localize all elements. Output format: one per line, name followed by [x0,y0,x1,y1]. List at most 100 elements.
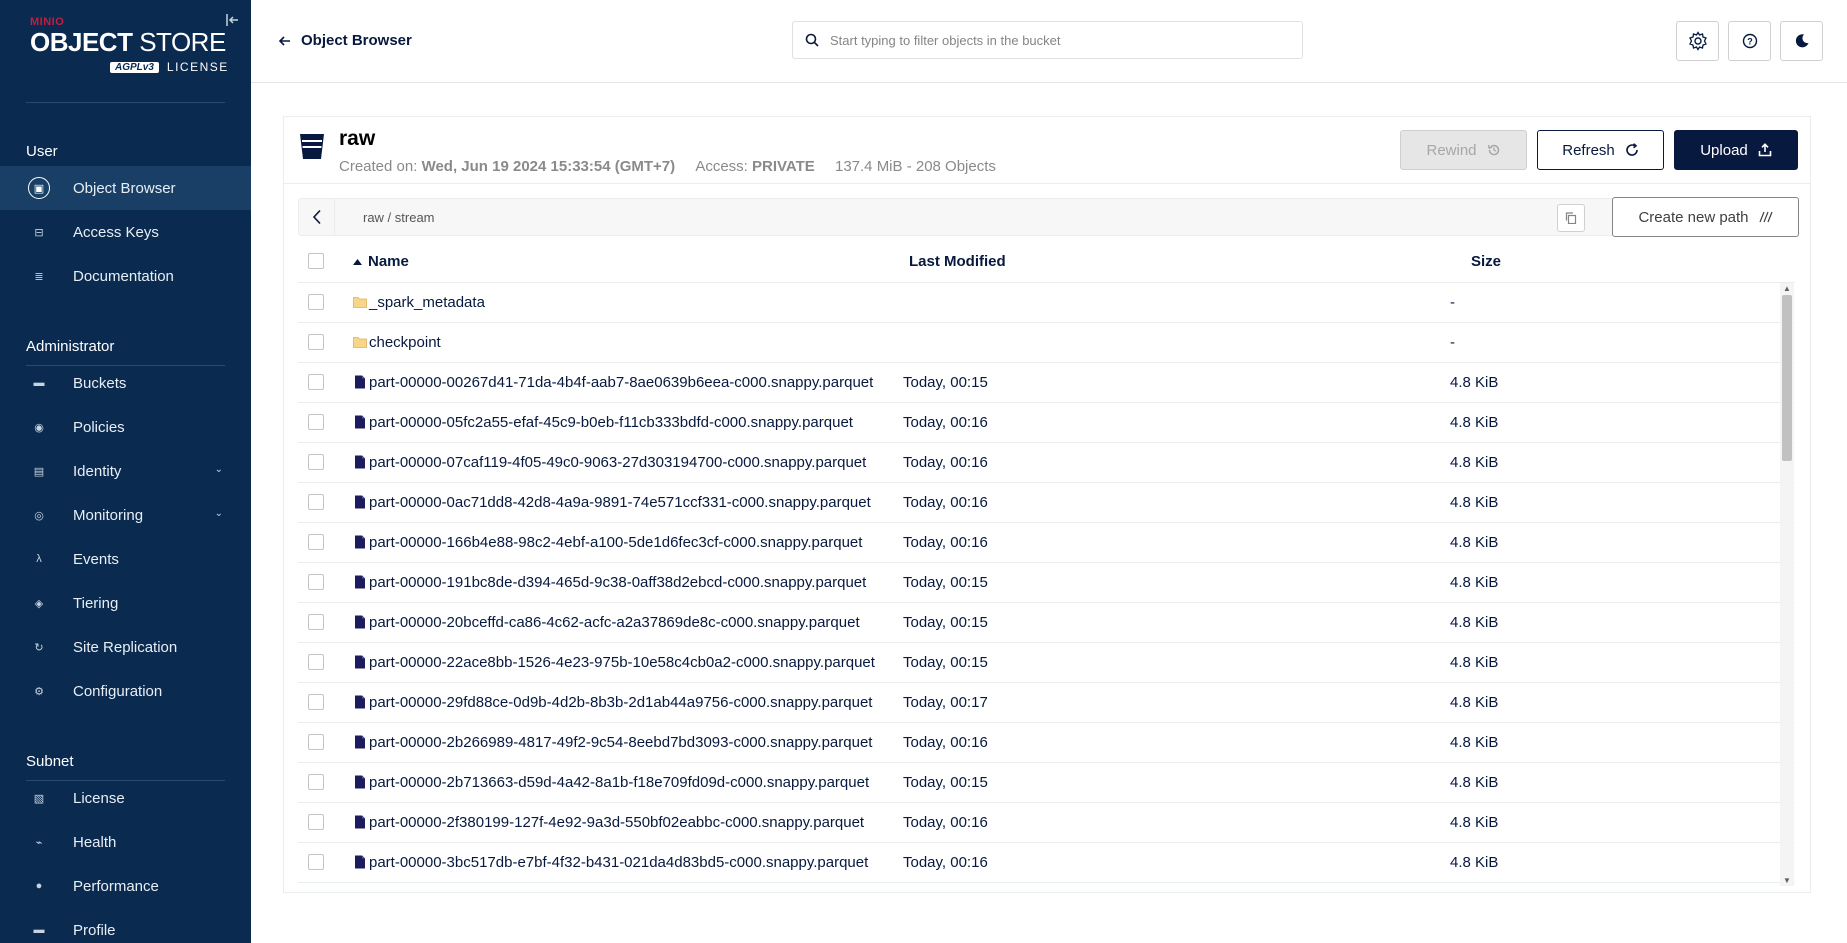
refresh-icon [1625,143,1638,156]
sidebar-item-identity[interactable]: ▤ Identity ⌄ [0,449,251,493]
tiering-icon: ◈ [34,597,44,610]
row-checkbox[interactable] [308,694,324,710]
sidebar-item-monitoring[interactable]: ◎ Monitoring ⌄ [0,493,251,537]
sidebar-item-health[interactable]: ⌁ Health [0,820,251,864]
sidebar-item-configuration[interactable]: ⚙ Configuration [0,669,251,713]
row-checkbox[interactable] [308,374,324,390]
row-checkbox[interactable] [308,814,324,830]
row-checkbox[interactable] [308,854,324,870]
file-row[interactable]: part-00000-20bceffd-ca86-4c62-acfc-a2a37… [298,603,1795,643]
sidebar-item-documentation[interactable]: ≣ Documentation [0,254,251,298]
file-name: part-00000-20bceffd-ca86-4c62-acfc-a2a37… [369,614,860,631]
sidebar-item-policies[interactable]: ◉ Policies [0,405,251,449]
folder-row[interactable]: _spark_metadata - [298,283,1795,323]
row-checkbox[interactable] [308,654,324,670]
search-input[interactable] [830,32,1270,48]
file-row[interactable]: part-00000-0ac71dd8-42d8-4a9a-9891-74e57… [298,483,1795,523]
rewind-button[interactable]: Rewind [1400,130,1527,170]
copy-path-button[interactable] [1557,204,1585,232]
row-checkbox[interactable] [308,454,324,470]
breadcrumb[interactable]: raw / stream [363,210,435,225]
row-checkbox[interactable] [308,534,324,550]
back-to-object-browser[interactable]: Object Browser [279,32,412,49]
file-size: 4.8 KiB [1450,374,1499,391]
scrollbar-thumb[interactable] [1782,295,1792,461]
row-checkbox[interactable] [308,294,324,310]
sidebar-item-profile[interactable]: ▬ Profile [0,908,251,943]
refresh-button[interactable]: Refresh [1537,130,1664,170]
row-checkbox[interactable] [308,614,324,630]
row-checkbox[interactable] [308,734,324,750]
sidebar-item-label: Documentation [73,267,174,285]
logo-license: AGPLv3 LICENSE [110,60,229,74]
chevron-down-icon[interactable]: ⌄ [215,508,223,519]
row-checkbox[interactable] [308,414,324,430]
agpl-badge: AGPLv3 [110,61,159,73]
sidebar-item-events[interactable]: λ Events [0,537,251,581]
file-row[interactable]: part-00000-07caf119-4f05-49c0-9063-27d30… [298,443,1795,483]
row-checkbox[interactable] [308,774,324,790]
sidebar-item-label: Monitoring [73,506,144,524]
collapse-sidebar-icon[interactable] [225,12,241,28]
select-all-checkbox[interactable] [308,253,324,269]
file-row[interactable]: part-00000-05fc2a55-efaf-45c9-b0eb-f11cb… [298,403,1795,443]
sidebar-section-title: User [26,143,58,160]
sidebar-item-tiering[interactable]: ◈ Tiering [0,581,251,625]
sidebar-item-performance[interactable]: ● Performance [0,864,251,908]
minio-logo: MINIO OBJECT STORE AGPLv3 LICENSE [30,16,229,80]
access-label: Access: [695,158,748,175]
file-row[interactable]: part-00000-2b266989-4817-49f2-9c54-8eebd… [298,723,1795,763]
chevron-down-icon[interactable]: ⌄ [215,464,223,475]
performance-icon: ● [35,880,43,892]
file-size: 4.8 KiB [1450,654,1499,671]
sidebar-item-buckets[interactable]: ▬ Buckets [0,361,251,405]
file-name: _spark_metadata [369,294,485,311]
file-name: part-00000-29fd88ce-0d9b-4d2b-8b3b-2d1ab… [369,694,873,711]
new-path-icon [1758,211,1773,223]
row-checkbox[interactable] [308,494,324,510]
folder-row[interactable]: checkpoint - [298,323,1795,363]
file-size: 4.8 KiB [1450,734,1499,751]
last-modified-column-header[interactable]: Last Modified [909,253,1006,270]
table-scrollbar[interactable]: ▲ ▼ [1780,283,1794,886]
file-row[interactable]: part-00000-00267d41-71da-4b4f-aab7-8ae06… [298,363,1795,403]
scroll-up-arrow[interactable]: ▲ [1783,284,1791,293]
sidebar-item-label: Site Replication [73,638,178,656]
row-checkbox[interactable] [308,574,324,590]
dark-mode-button[interactable] [1780,21,1823,61]
sidebar-item-object-browser[interactable]: ▣ Object Browser [0,166,251,210]
access-keys-icon: ⊟ [34,226,44,239]
create-new-path-button[interactable]: Create new path [1612,197,1799,237]
file-row[interactable]: part-00000-191bc8de-d394-465d-9c38-0aff3… [298,563,1795,603]
size-column-header[interactable]: Size [1471,253,1501,270]
sidebar-item-license[interactable]: ▧ License [0,776,251,820]
file-name: part-00000-07caf119-4f05-49c0-9063-27d30… [369,454,867,471]
last-modified: Today, 00:16 [903,854,988,871]
sidebar-item-label: Profile [73,921,116,939]
name-column-header[interactable]: Name [353,253,409,270]
upload-button[interactable]: Upload [1674,130,1798,170]
name-column-label: Name [368,253,409,270]
scroll-down-arrow[interactable]: ▼ [1783,876,1791,885]
chevron-left-icon [312,209,321,225]
file-row[interactable]: part-00000-3bc517db-e7bf-4f32-b431-021da… [298,843,1795,883]
file-size: - [1450,334,1455,351]
settings-button[interactable] [1676,21,1719,61]
sidebar-item-site-replication[interactable]: ↻ Site Replication [0,625,251,669]
monitoring-icon: ◎ [34,509,44,522]
file-row[interactable]: part-00000-22ace8bb-1526-4e23-975b-10e58… [298,643,1795,683]
documentation-icon: ≣ [34,270,44,283]
help-button[interactable]: ? [1728,21,1771,61]
file-row[interactable]: part-00000-2f380199-127f-4e92-9a3d-550bf… [298,803,1795,843]
path-back-button[interactable] [299,199,335,235]
svg-text:?: ? [1747,37,1753,47]
file-row[interactable]: part-00000-2b713663-d59d-4a42-8a1b-f18e7… [298,763,1795,803]
sidebar-item-access-keys[interactable]: ⊟ Access Keys [0,210,251,254]
row-checkbox[interactable] [308,334,324,350]
lambda-icon: λ [36,553,42,565]
folder-icon [353,297,367,308]
last-modified: Today, 00:16 [903,814,988,831]
file-icon [355,415,365,429]
file-row[interactable]: part-00000-166b4e88-98c2-4ebf-a100-5de1d… [298,523,1795,563]
file-row[interactable]: part-00000-29fd88ce-0d9b-4d2b-8b3b-2d1ab… [298,683,1795,723]
